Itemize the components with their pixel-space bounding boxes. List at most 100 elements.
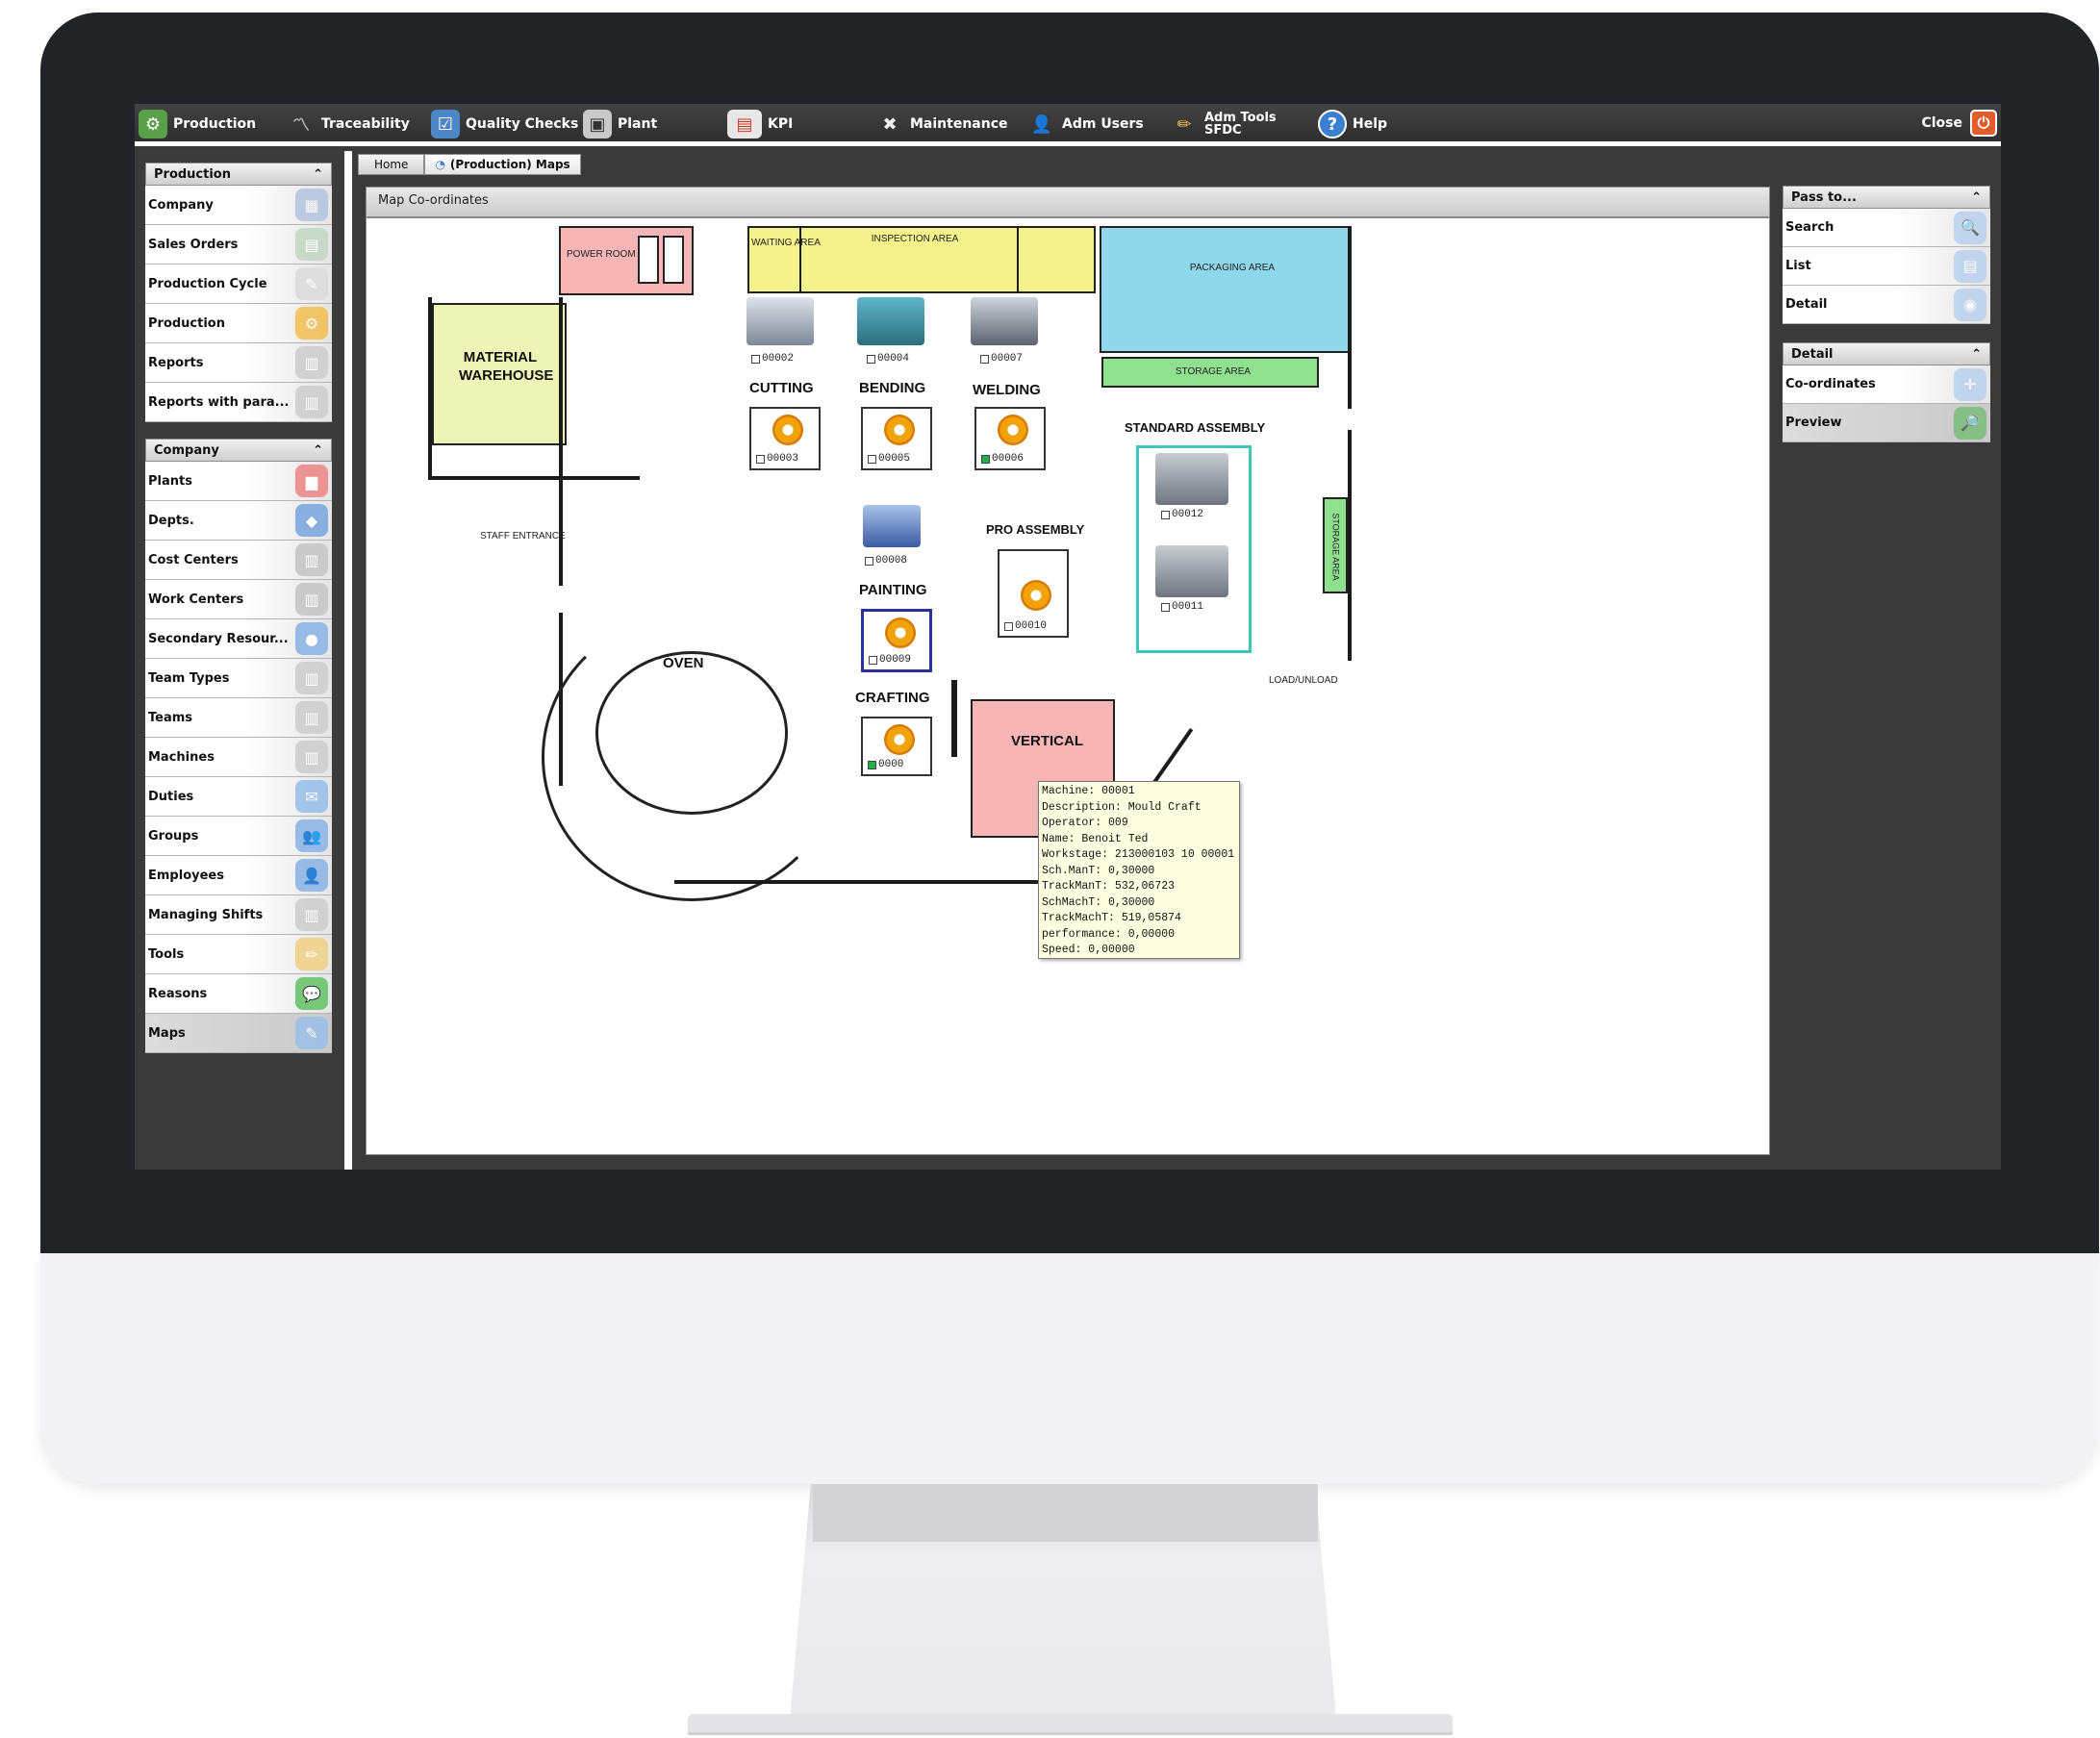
detail-coordinates[interactable]: Co-ordinates ✛ bbox=[1783, 365, 1990, 404]
detail-group: Detail ⌃ Co-ordinates ✛ Preview 🔎 bbox=[1783, 342, 1990, 442]
packaging-area[interactable] bbox=[1100, 226, 1350, 353]
nav-item-team-types[interactable]: Team Types ▥ bbox=[145, 659, 332, 698]
machine-tag-00002[interactable]: 00002 bbox=[751, 353, 794, 365]
panel-splitter[interactable] bbox=[344, 151, 352, 1170]
menu-adm-tools[interactable]: ✏ Adm Tools SFDC bbox=[1170, 110, 1276, 139]
close-label: Close bbox=[1921, 115, 1962, 131]
status-running-indicator bbox=[868, 760, 876, 769]
cost-center-icon: ▥ bbox=[295, 543, 328, 576]
menu-plant[interactable]: ▣ Plant bbox=[583, 110, 657, 139]
nav-item-secondary-resources[interactable]: Secondary Resour... ● bbox=[145, 619, 332, 659]
nav-item-reports[interactable]: Reports ▥ bbox=[145, 343, 332, 383]
cutting-label: CUTTING bbox=[749, 380, 814, 396]
nav-group-title: Company bbox=[154, 442, 219, 458]
detail-header[interactable]: Detail ⌃ bbox=[1783, 342, 1990, 365]
nav-item-label: Production bbox=[148, 315, 225, 331]
staff-entrance-label: STAFF ENTRANCE bbox=[480, 531, 566, 542]
menu-kpi[interactable]: ▤ KPI bbox=[727, 110, 793, 139]
nav-item-label: Team Types bbox=[148, 670, 230, 686]
machine-00003[interactable]: 00003 bbox=[749, 406, 821, 470]
menu-adm-users[interactable]: 👤 Adm Users bbox=[1027, 110, 1144, 139]
nav-item-duties[interactable]: Duties ✉ bbox=[145, 777, 332, 817]
nav-item-machines[interactable]: Machines ▥ bbox=[145, 738, 332, 777]
wall bbox=[799, 226, 801, 293]
nav-item-managing-shifts[interactable]: Managing Shifts ▥ bbox=[145, 895, 332, 935]
resources-icon: ● bbox=[295, 622, 328, 655]
menu-label: KPI bbox=[768, 116, 794, 132]
nav-item-label: Company bbox=[148, 197, 214, 213]
close-button[interactable]: Close ⏻ bbox=[1921, 110, 1997, 137]
pass-to-list[interactable]: List ▤ bbox=[1783, 247, 1990, 286]
nav-item-label: Sales Orders bbox=[148, 237, 239, 252]
shifts-icon: ▥ bbox=[295, 898, 328, 931]
nav-item-label: Reports with para... bbox=[148, 394, 290, 410]
machine-00006[interactable]: 00006 bbox=[974, 406, 1046, 470]
nav-item-production[interactable]: Production ⚙ bbox=[145, 304, 332, 343]
menu-label: Maintenance bbox=[910, 116, 1008, 132]
groups-icon: 👥 bbox=[295, 819, 328, 852]
status-checkbox bbox=[1161, 510, 1170, 519]
nav-group-header[interactable]: Company ⌃ bbox=[145, 439, 332, 462]
status-checkbox bbox=[869, 655, 877, 665]
monitor-chin bbox=[40, 1253, 2099, 1484]
nav-item-tools[interactable]: Tools ✏ bbox=[145, 935, 332, 974]
factory-icon: ▆ bbox=[295, 465, 328, 497]
map-canvas[interactable]: POWER ROOM WAITING AREA INSPECTION AREA … bbox=[366, 217, 1770, 1155]
search-icon: 🔍 bbox=[1954, 211, 1986, 244]
pass-to-search[interactable]: Search 🔍 bbox=[1783, 209, 1990, 247]
machine-00001[interactable]: 0000 bbox=[861, 716, 932, 776]
collapse-icon[interactable]: ⌃ bbox=[1971, 190, 1982, 205]
nav-item-production-cycle[interactable]: Production Cycle ✎ bbox=[145, 264, 332, 304]
machine-tag-00012[interactable]: 00012 bbox=[1161, 509, 1203, 520]
wall bbox=[428, 297, 432, 480]
machine-tag-00008[interactable]: 00008 bbox=[865, 555, 907, 567]
nav-item-label: Cost Centers bbox=[148, 552, 239, 567]
menu-help[interactable]: ? Help bbox=[1318, 110, 1387, 139]
collapse-icon[interactable]: ⌃ bbox=[313, 443, 323, 458]
cycle-icon: ✎ bbox=[295, 267, 328, 300]
nav-item-teams[interactable]: Teams ▥ bbox=[145, 698, 332, 738]
machine-00005[interactable]: 00005 bbox=[861, 406, 932, 470]
nav-item-label: Managing Shifts bbox=[148, 907, 264, 922]
nav-item-groups[interactable]: Groups 👥 bbox=[145, 817, 332, 856]
nav-item-reports-with-params[interactable]: Reports with para... ▥ bbox=[145, 383, 332, 422]
menu-traceability[interactable]: 〽 Traceability bbox=[287, 110, 410, 139]
tooltip-line: performance: 0,00000 bbox=[1042, 927, 1176, 941]
menu-quality-checks[interactable]: ☑ Quality Checks bbox=[431, 110, 578, 139]
nav-item-depts[interactable]: Depts. ◆ bbox=[145, 501, 332, 541]
gear-icon bbox=[881, 716, 915, 758]
machine-tag-00004[interactable]: 00004 bbox=[867, 353, 909, 365]
wall bbox=[559, 297, 563, 480]
pass-to-detail[interactable]: Detail ◉ bbox=[1783, 286, 1990, 324]
team-types-icon: ▥ bbox=[295, 662, 328, 694]
menu-label: Help bbox=[1353, 116, 1388, 132]
machine-00009[interactable]: 00009 bbox=[861, 609, 932, 672]
collapse-icon[interactable]: ⌃ bbox=[1971, 347, 1982, 362]
menu-production[interactable]: ⚙ Production bbox=[139, 110, 256, 139]
wrench-icon: ✖ bbox=[882, 113, 898, 135]
nav-item-sales-orders[interactable]: Sales Orders ▤ bbox=[145, 225, 332, 264]
gear-icon bbox=[995, 406, 1028, 448]
machine-tag-00007[interactable]: 00007 bbox=[980, 353, 1023, 365]
nav-item-company[interactable]: Company ▦ bbox=[145, 186, 332, 225]
nav-item-label: Depts. bbox=[148, 513, 194, 528]
machine-tag-00011[interactable]: 00011 bbox=[1161, 601, 1203, 613]
breadcrumb-home[interactable]: Home bbox=[358, 154, 425, 175]
nav-item-reasons[interactable]: Reasons 💬 bbox=[145, 974, 332, 1014]
menu-maintenance[interactable]: ✖ Maintenance bbox=[875, 110, 1008, 139]
machine-00010[interactable]: 00010 bbox=[998, 549, 1069, 638]
nav-group-header[interactable]: Production ⌃ bbox=[145, 163, 332, 186]
machine-id: 00006 bbox=[992, 453, 1025, 465]
nav-item-plants[interactable]: Plants ▆ bbox=[145, 462, 332, 501]
collapse-icon[interactable]: ⌃ bbox=[313, 167, 323, 182]
nav-item-employees[interactable]: Employees 👤 bbox=[145, 856, 332, 895]
power-unit bbox=[663, 236, 684, 284]
nav-item-cost-centers[interactable]: Cost Centers ▥ bbox=[145, 541, 332, 580]
storage-area-label: STORAGE AREA bbox=[1175, 366, 1252, 377]
nav-item-maps[interactable]: Maps ✎ bbox=[145, 1014, 332, 1053]
pass-to-header[interactable]: Pass to... ⌃ bbox=[1783, 186, 1990, 209]
detail-preview[interactable]: Preview 🔎 bbox=[1783, 404, 1990, 442]
machine-id: 00003 bbox=[767, 453, 799, 465]
tooltip-line: Description: Mould Craft bbox=[1042, 800, 1202, 814]
nav-item-work-centers[interactable]: Work Centers ▥ bbox=[145, 580, 332, 619]
